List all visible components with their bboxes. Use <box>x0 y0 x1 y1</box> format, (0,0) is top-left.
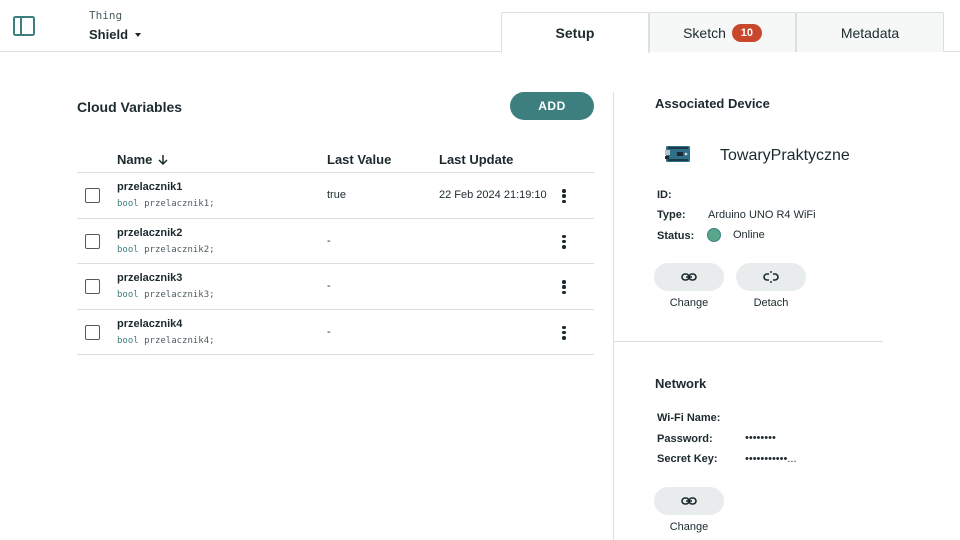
tab-setup[interactable]: Setup <box>501 12 649 53</box>
variables-table: Name Last Value Last Update przelacznik1… <box>77 145 594 355</box>
more-options-icon[interactable] <box>559 187 569 205</box>
wifi-name-label: Wi-Fi Name: <box>657 412 721 424</box>
link-icon <box>681 273 697 281</box>
associated-device-title: Associated Device <box>655 96 770 111</box>
row-checkbox[interactable] <box>85 324 100 340</box>
thing-name-dropdown[interactable]: Shield <box>89 27 142 42</box>
variable-name: przelacznik3 <box>117 272 183 284</box>
more-options-icon[interactable] <box>559 233 569 251</box>
sidebar-toggle-icon[interactable] <box>12 14 36 38</box>
table-row[interactable]: przelacznik2 bool przelacznik2; - <box>77 219 594 264</box>
tab-metadata[interactable]: Metadata <box>796 12 944 52</box>
device-status-value: Online <box>733 229 765 241</box>
column-header-last-value: Last Value <box>327 152 392 167</box>
change-device-label: Change <box>669 297 709 309</box>
variable-last-update: 22 Feb 2024 21:19:10 <box>439 189 547 201</box>
variable-last-value: - <box>327 325 331 338</box>
variable-type: bool <box>117 335 139 346</box>
tab-metadata-label: Metadata <box>840 24 900 41</box>
table-row[interactable]: przelacznik1 bool przelacznik1; true 22 … <box>77 173 594 219</box>
variable-declaration: bool przelacznik2; <box>117 245 215 255</box>
variable-last-value: - <box>327 280 331 292</box>
top-header: Thing Shield Setup Sketch 10 Metadata <box>0 0 960 53</box>
variable-name: przelacznik2 <box>117 226 183 239</box>
device-id-label: ID: <box>657 189 672 201</box>
secret-key-label: Secret Key: <box>657 453 718 465</box>
more-options-icon[interactable] <box>559 324 569 342</box>
password-value: •••••••• <box>745 432 776 444</box>
variable-name: przelacznik4 <box>117 317 183 330</box>
thing-name: Shield <box>89 27 129 42</box>
change-network-button[interactable] <box>654 487 724 515</box>
row-checkbox[interactable] <box>85 279 100 294</box>
section-divider <box>614 341 883 342</box>
device-status-label: Status: <box>657 230 695 242</box>
thing-label: Thing <box>89 9 123 22</box>
variable-name: przelacznik1 <box>117 181 183 193</box>
sort-arrow-down-icon <box>158 155 168 165</box>
variable-type: bool <box>117 244 139 255</box>
variable-declaration: bool przelacznik4; <box>117 336 215 346</box>
variable-decl-name: przelacznik3; <box>144 290 215 300</box>
tab-setup-label: Setup <box>555 25 595 41</box>
tab-sketch[interactable]: Sketch 10 <box>649 12 796 52</box>
variable-declaration: bool przelacznik1; <box>117 199 215 209</box>
variable-decl-name: przelacznik1; <box>144 199 215 209</box>
arduino-board-icon <box>665 144 691 164</box>
column-name-label: Name <box>117 152 153 167</box>
add-variable-button[interactable]: ADD <box>510 92 594 120</box>
variable-type: bool <box>117 199 139 209</box>
change-network-label: Change <box>669 521 709 533</box>
detach-device-label: Detach <box>753 297 789 309</box>
variable-last-value: true <box>327 189 346 201</box>
table-header: Name Last Value Last Update <box>77 145 594 173</box>
variable-decl-name: przelacznik2; <box>144 244 215 255</box>
column-header-last-update: Last Update <box>439 152 514 167</box>
tab-sketch-label: Sketch <box>683 24 726 41</box>
variable-decl-name: przelacznik4; <box>144 335 215 346</box>
table-row[interactable]: przelacznik3 bool przelacznik3; - <box>77 264 594 310</box>
device-name: TowaryPraktyczne <box>720 147 850 164</box>
table-row[interactable]: przelacznik4 bool przelacznik4; - <box>77 310 594 355</box>
network-title: Network <box>655 376 707 391</box>
column-header-name[interactable]: Name <box>117 152 168 167</box>
vertical-divider <box>613 92 614 540</box>
device-type-value: Arduino UNO R4 WiFi <box>708 209 816 221</box>
row-checkbox[interactable] <box>85 188 100 203</box>
variable-last-value: - <box>327 234 331 247</box>
password-label: Password: <box>657 433 713 445</box>
variable-declaration: bool przelacznik3; <box>117 290 215 300</box>
sketch-count-badge: 10 <box>731 23 762 42</box>
more-options-icon[interactable] <box>559 278 569 296</box>
secret-key-value: •••••••••••... <box>745 453 797 465</box>
variable-type: bool <box>117 290 139 300</box>
cloud-variables-title: Cloud Variables <box>77 99 183 115</box>
status-online-indicator <box>707 228 721 242</box>
chevron-down-icon <box>135 33 142 37</box>
row-checkbox[interactable] <box>85 233 100 249</box>
unlink-icon <box>763 271 779 283</box>
device-type-label: Type: <box>657 209 686 221</box>
change-device-button[interactable] <box>654 263 724 291</box>
link-icon <box>681 497 697 505</box>
detach-device-button[interactable] <box>736 263 806 291</box>
